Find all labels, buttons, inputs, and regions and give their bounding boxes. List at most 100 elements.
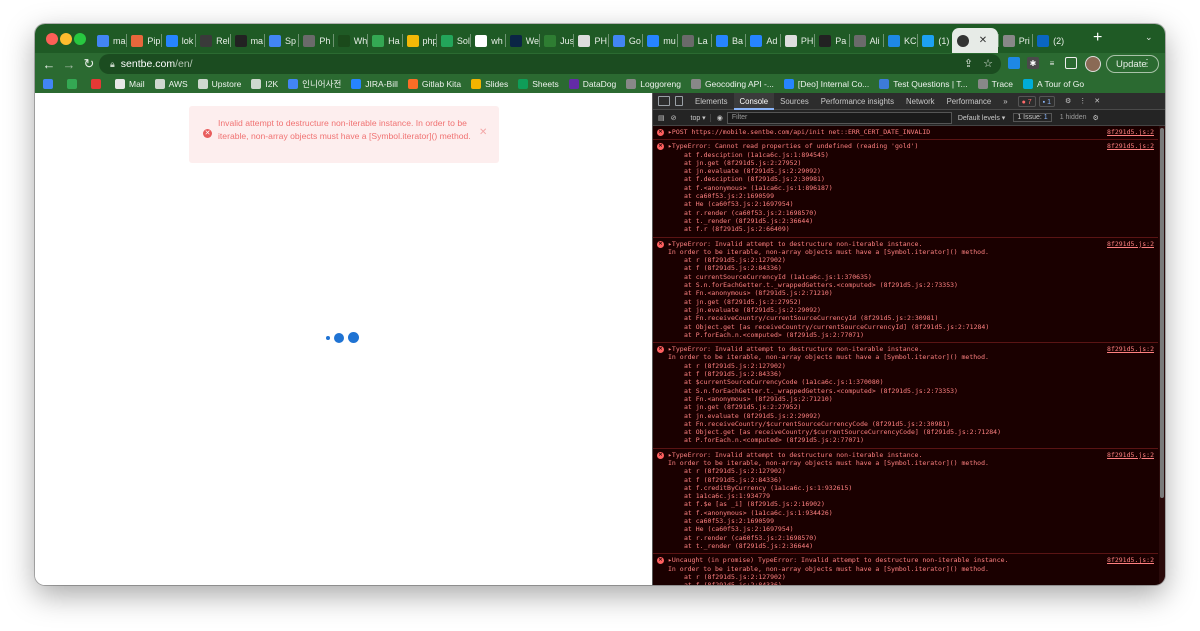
browser-tab[interactable]: (1) (917, 28, 951, 53)
devtools-tab-console[interactable]: Console (733, 92, 775, 110)
stack-frame[interactable]: at r (8f291d5.js:2:127902) (653, 256, 1158, 264)
browser-tab[interactable]: wh (470, 28, 504, 53)
forward-button[interactable]: → (59, 57, 79, 72)
tab-search-icon[interactable]: ⌄ (1145, 32, 1153, 43)
share-icon[interactable]: ⇪ (964, 57, 973, 70)
sidebar-toggle-icon[interactable]: ▤ (658, 114, 665, 122)
message-count-badge[interactable]: ▪ 1 (1038, 95, 1056, 107)
bookmark-item[interactable]: [Deo] Internal Co... (783, 79, 869, 89)
bookmark-item[interactable]: 인니어사전 (288, 78, 341, 90)
console-error-entry[interactable]: ✕ 8f291d5.js:2 ▸TypeError: Cannot read pro… (653, 140, 1158, 238)
browser-tab[interactable]: PH (779, 28, 814, 53)
scrollbar-thumb[interactable] (1160, 128, 1164, 498)
console-error-entry[interactable]: ✕ 8f291d5.js:2 ▸TypeError: Invalid attempt… (653, 449, 1158, 555)
bookmark-item[interactable]: A Tour of Go (1023, 79, 1084, 89)
browser-tab[interactable]: Pa (814, 28, 848, 53)
close-devtools-icon[interactable]: ✕ (1094, 97, 1100, 105)
extension-blue-icon[interactable] (1008, 57, 1020, 69)
stack-frame[interactable]: at $currentSourceCurrencyCode (1a1ca6c.j… (653, 378, 1158, 386)
stack-frame[interactable]: at S.n.forEachGetter.t._wrappedGetters.<… (653, 387, 1158, 395)
browser-tab[interactable]: Sol (435, 28, 470, 53)
bookmark-item[interactable]: Gitlab Kita (407, 79, 461, 89)
stack-frame[interactable]: at currentSourceCurrencyId (1a1ca6c.js:1… (653, 273, 1158, 281)
bookmark-item[interactable]: Sheets (518, 79, 559, 89)
more-tabs-button[interactable]: » (997, 93, 1013, 110)
stack-frame[interactable]: at jn.evaluate (8f291d5.js:2:29092) (653, 412, 1158, 420)
clear-console-icon[interactable]: ⊘ (671, 114, 677, 122)
source-link[interactable]: 8f291d5.js:2 (1107, 142, 1154, 150)
browser-tab[interactable]: ✕ (951, 28, 998, 53)
devtools-tab-performance-insights[interactable]: Performance insights (815, 93, 900, 110)
stack-frame[interactable]: at f.<anonymous> (1a1ca6c.js:1:934426) (653, 509, 1158, 517)
stack-frame[interactable]: at jn.get (8f291d5.js:2:27952) (653, 159, 1158, 167)
stack-frame[interactable]: at f (8f291d5.js:2:84336) (653, 581, 1158, 585)
console-error-entry[interactable]: ✕ 8f291d5.js:2 ▸Uncaught (in promise) Type… (653, 554, 1158, 585)
bookmark-item[interactable] (67, 79, 81, 89)
stack-frame[interactable]: at He (ca60f53.js:2:1697954) (653, 525, 1158, 533)
stack-frame[interactable]: at r.render (ca60f53.js:2:1698570) (653, 209, 1158, 217)
browser-tab[interactable]: Ali (848, 28, 883, 53)
live-expression-eye-icon[interactable]: ◉ (717, 114, 723, 122)
browser-tab[interactable]: Rel (195, 28, 230, 53)
browser-tab[interactable]: Pip (126, 28, 160, 53)
bookmark-item[interactable]: Upstore (197, 79, 241, 89)
log-levels-dropdown[interactable]: Default levels ▾ (958, 114, 1006, 122)
bookmark-item[interactable]: Test Questions | T... (879, 79, 968, 89)
browser-tab[interactable]: Go (607, 28, 642, 53)
bookmark-item[interactable]: JIRA-Bill (351, 79, 398, 89)
stack-frame[interactable]: at f.creditByCurrency (1a1ca6c.js:1:9326… (653, 484, 1158, 492)
stack-frame[interactable]: at r.render (ca60f53.js:2:1698570) (653, 534, 1158, 542)
bookmark-item[interactable]: Geocoding API -... (690, 79, 774, 89)
console-scrollbar[interactable] (1159, 126, 1165, 585)
address-bar[interactable]: 🔒︎ sentbe.com/en/ ⇪ ☆ (99, 54, 1001, 74)
stack-frame[interactable]: at r (8f291d5.js:2:127902) (653, 573, 1158, 581)
browser-tab[interactable]: Sp (263, 28, 298, 53)
stack-frame[interactable]: at r (8f291d5.js:2:127902) (653, 467, 1158, 475)
bookmark-item[interactable]: Mail (115, 79, 145, 89)
browser-tab[interactable]: We (504, 28, 539, 53)
context-selector[interactable]: top ▾ (687, 113, 711, 122)
browser-tab[interactable]: Ba (711, 28, 745, 53)
stack-frame[interactable]: at jn.evaluate (8f291d5.js:2:29092) (653, 167, 1158, 175)
browser-tab[interactable]: Wh (332, 28, 367, 53)
profile-avatar[interactable] (1085, 56, 1101, 72)
stack-frame[interactable]: at t._render (8f291d5.js:2:36644) (653, 217, 1158, 225)
console-settings-icon[interactable]: ⚙ (1093, 114, 1099, 122)
error-count-badge[interactable]: ● 7 (1017, 95, 1036, 107)
bookmark-item[interactable] (91, 79, 105, 89)
stack-frame[interactable]: at ca60f53.js:2:1690599 (653, 192, 1158, 200)
stack-frame[interactable]: at He (ca60f53.js:2:1697954) (653, 200, 1158, 208)
settings-gear-icon[interactable]: ⚙ (1065, 97, 1071, 105)
stack-frame[interactable]: at jn.evaluate (8f291d5.js:2:29092) (653, 306, 1158, 314)
stack-frame[interactable]: at f.desciption (1a1ca6c.js:1:894545) (653, 151, 1158, 159)
update-button[interactable]: Update ⋮ (1106, 55, 1159, 73)
close-tab-icon[interactable]: ✕ (979, 35, 987, 46)
console-filter-input[interactable]: Filter (726, 111, 952, 124)
browser-tab[interactable]: ma (229, 28, 264, 53)
browser-tab[interactable]: KC (882, 28, 917, 53)
devtools-tab-network[interactable]: Network (900, 93, 941, 110)
source-link[interactable]: 8f291d5.js:2 (1107, 240, 1154, 248)
bookmark-item[interactable]: Loggoreng (626, 79, 681, 89)
browser-tab[interactable]: php (401, 28, 436, 53)
browser-tab[interactable]: lok (160, 28, 195, 53)
bookmark-item[interactable]: AWS (154, 79, 188, 89)
media-controls-icon[interactable]: ≡ (1046, 57, 1058, 69)
stack-frame[interactable]: at t._render (8f291d5.js:2:36644) (653, 542, 1158, 550)
console-error-entry[interactable]: ✕ 8f291d5.js:2 ▸POST https://mobile.sentbe… (653, 126, 1158, 141)
bookmark-item[interactable]: Trace (977, 79, 1013, 89)
browser-tab[interactable]: PH (573, 28, 607, 53)
stack-frame[interactable]: at Object.get [as receiveCountry/current… (653, 323, 1158, 331)
console-error-entry[interactable]: ✕ 8f291d5.js:2 ▸TypeError: Invalid attempt… (653, 238, 1158, 344)
source-link[interactable]: 8f291d5.js:2 (1107, 128, 1154, 136)
stack-frame[interactable]: at f (8f291d5.js:2:84336) (653, 476, 1158, 484)
browser-tab[interactable]: La (676, 28, 711, 53)
stack-frame[interactable]: at Object.get [as receiveCountry/$curren… (653, 428, 1158, 436)
stack-frame[interactable]: at jn.get (8f291d5.js:2:27952) (653, 298, 1158, 306)
source-link[interactable]: 8f291d5.js:2 (1107, 345, 1154, 353)
console-error-entry[interactable]: ✕ 8f291d5.js:2 ▸TypeError: Invalid attempt… (653, 343, 1158, 449)
bookmark-item[interactable] (43, 79, 57, 89)
close-window-button[interactable] (46, 33, 58, 45)
browser-tab[interactable]: Jus (539, 28, 573, 53)
inspect-element-icon[interactable] (658, 96, 670, 106)
